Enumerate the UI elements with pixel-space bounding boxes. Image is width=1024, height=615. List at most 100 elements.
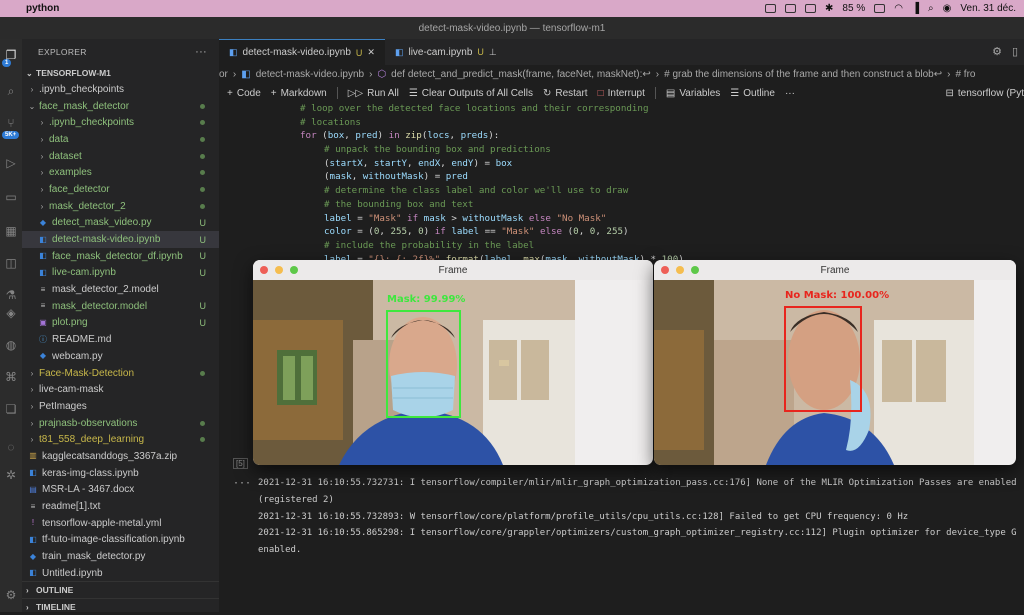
kernel-picker[interactable]: ⊟ tensorflow (Pyt: [945, 88, 1024, 99]
tree-item[interactable]: ◧ detect-mask-video.ipynb U: [22, 231, 219, 248]
tree-item[interactable]: › prajnasb-observations: [22, 415, 219, 432]
wifi-icon[interactable]: ◠: [894, 3, 903, 14]
search-icon[interactable]: ⌕: [3, 83, 19, 99]
run-all-button[interactable]: ▷▷ Run All: [348, 88, 399, 99]
workspace-root[interactable]: ⌄ TENSORFLOW-M1: [22, 65, 219, 81]
chevron-right-icon: ›: [947, 69, 951, 80]
tree-item[interactable]: ▣ plot.png U: [22, 315, 219, 332]
tree-item[interactable]: ◧ face_mask_detector_df.ipynb U: [22, 248, 219, 265]
copy-icon[interactable]: ❏: [3, 401, 19, 417]
tree-item[interactable]: › live-cam-mask: [22, 381, 219, 398]
add-markdown-button[interactable]: + Markdown: [271, 88, 327, 99]
minimize-window-button[interactable]: [676, 266, 684, 274]
tree-item[interactable]: ≡ mask_detector.model U: [22, 298, 219, 315]
split-editor-icon[interactable]: ▯: [1012, 45, 1018, 58]
tree-item[interactable]: › mask_detector_2: [22, 198, 219, 215]
clock-date[interactable]: Ven. 31 déc.: [960, 3, 1016, 14]
close-window-button[interactable]: [661, 266, 669, 274]
frame-window-mask[interactable]: Frame Mask: 99.99%: [253, 260, 653, 465]
tree-item[interactable]: ◧ keras-img-class.ipynb: [22, 465, 219, 482]
remote-explorer-icon[interactable]: ▭: [3, 189, 19, 205]
clear-outputs-button[interactable]: ☰ Clear Outputs of All Cells: [409, 88, 533, 99]
timeline-section[interactable]: › TIMELINE: [22, 598, 219, 615]
database-icon[interactable]: ◫: [3, 255, 19, 271]
tree-item[interactable]: ◆ detect_mask_video.py U: [22, 215, 219, 232]
tree-item-label: plot.png: [52, 317, 88, 329]
tree-item[interactable]: ◧ tf-tuto-image-classification.ipynb: [22, 532, 219, 549]
tree-item[interactable]: ⓘ README.md: [22, 331, 219, 348]
outline-section[interactable]: › OUTLINE: [22, 581, 219, 598]
tree-item[interactable]: › examples: [22, 164, 219, 181]
tree-item[interactable]: ▤ MSR-LA - 3467.docx: [22, 482, 219, 499]
tree-item[interactable]: ◧ live-cam.ipynb U: [22, 265, 219, 282]
add-code-button[interactable]: + Code: [227, 88, 261, 99]
extensions-icon[interactable]: ▦: [3, 223, 19, 239]
tab-label: detect-mask-video.ipynb: [242, 47, 351, 58]
menu-extra-icon[interactable]: [765, 4, 777, 13]
zoom-window-button[interactable]: [691, 266, 699, 274]
tree-item[interactable]: › t81_558_deep_learning: [22, 431, 219, 448]
explorer-more-icon[interactable]: ···: [195, 46, 207, 58]
tree-item[interactable]: › dataset: [22, 148, 219, 165]
tree-item[interactable]: ◆ webcam.py: [22, 348, 219, 365]
outline-button[interactable]: ☰ Outline: [730, 88, 775, 99]
menu-extra-icon[interactable]: [785, 4, 797, 13]
gear-icon[interactable]: ⚙: [992, 45, 1002, 58]
minimize-window-button[interactable]: [275, 266, 283, 274]
breadcrumb-item[interactable]: detect-mask-video.ipynb: [256, 69, 364, 80]
flag-icon[interactable]: ▐: [912, 3, 919, 14]
github-icon[interactable]: ◍: [3, 337, 19, 353]
frame-title-bar[interactable]: Frame: [654, 260, 1016, 280]
tree-item[interactable]: ≡ readme[1].txt: [22, 498, 219, 515]
frame-window-no-mask[interactable]: Frame No Mask: 100.00%: [654, 260, 1016, 465]
tab-live-cam[interactable]: ◧ live-cam.ipynb U ⊥: [385, 39, 507, 65]
kubernetes-icon[interactable]: ✲: [3, 467, 19, 483]
tree-item[interactable]: ◆ train_mask_detector.py: [22, 548, 219, 565]
tree-item[interactable]: ⌄ face_mask_detector: [22, 98, 219, 115]
pin-icon[interactable]: ⊥: [489, 47, 497, 58]
more-actions-button[interactable]: ···: [785, 88, 795, 99]
bluetooth-icon[interactable]: ✱: [825, 3, 833, 14]
tab-detect-mask-video[interactable]: ◧ detect-mask-video.ipynb U ✕: [219, 39, 385, 65]
tree-item[interactable]: › data: [22, 131, 219, 148]
close-icon[interactable]: ✕: [367, 47, 375, 58]
python-icon[interactable]: ⌘: [3, 369, 19, 385]
plus-icon: +: [270, 87, 277, 99]
breadcrumb-item[interactable]: # fro: [955, 69, 975, 80]
jupyter-icon[interactable]: ◌: [3, 439, 19, 455]
source-control-icon[interactable]: ⑂: [3, 115, 19, 131]
code-line: # determine the class label and color we…: [219, 184, 1024, 198]
docker-icon[interactable]: ◈: [3, 305, 19, 321]
frame-title-bar[interactable]: Frame: [253, 260, 653, 280]
variables-button[interactable]: ▤ Variables: [666, 88, 720, 99]
tree-item[interactable]: › PetImages: [22, 398, 219, 415]
testing-icon[interactable]: ⚗: [3, 287, 19, 303]
code-token: zip: [405, 130, 422, 142]
tree-item[interactable]: › .ipynb_checkpoints: [22, 81, 219, 98]
restart-button[interactable]: ↻ Restart: [543, 88, 588, 99]
battery-icon[interactable]: [874, 4, 886, 13]
tree-item[interactable]: ◧ Untitled.ipynb: [22, 565, 219, 582]
run-debug-icon[interactable]: ▷: [3, 155, 19, 171]
code-cell-editor[interactable]: # loop over the detected face locations …: [219, 102, 1024, 262]
breadcrumb-item[interactable]: def detect_and_predict_mask(frame, faceN…: [391, 69, 651, 80]
settings-gear-icon[interactable]: ⚙: [3, 587, 19, 603]
tree-item[interactable]: › .ipynb_checkpoints: [22, 114, 219, 131]
tree-item[interactable]: › Face-Mask-Detection: [22, 365, 219, 382]
close-window-button[interactable]: [260, 266, 268, 274]
tree-item[interactable]: ▥ kagglecatsanddogs_3367a.zip: [22, 448, 219, 465]
control-center-icon[interactable]: ◉: [943, 3, 952, 14]
menu-extra-icon[interactable]: [805, 4, 817, 13]
tree-item[interactable]: ! tensorflow-apple-metal.yml: [22, 515, 219, 532]
breadcrumb-item[interactable]: # grab the dimensions of the frame and t…: [664, 69, 942, 80]
interrupt-button[interactable]: □ Interrupt: [598, 88, 645, 99]
prediction-label: No Mask: 100.00%: [785, 290, 890, 301]
breadcrumb-item[interactable]: or: [219, 69, 228, 80]
code-token: "No Mask": [556, 212, 607, 224]
app-name[interactable]: python: [26, 3, 59, 14]
spotlight-icon[interactable]: ⌕: [928, 3, 934, 14]
tree-item[interactable]: › face_detector: [22, 181, 219, 198]
tree-item[interactable]: ≡ mask_detector_2.model: [22, 281, 219, 298]
output-more-icon[interactable]: ···: [233, 478, 251, 489]
zoom-window-button[interactable]: [290, 266, 298, 274]
